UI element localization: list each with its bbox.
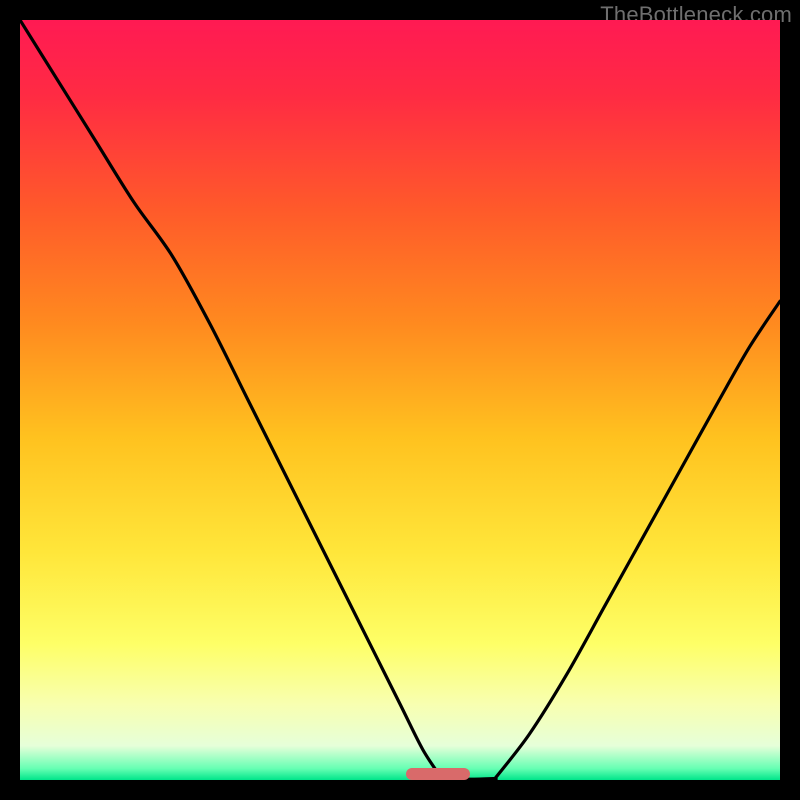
bottleneck-curve <box>20 20 780 780</box>
plot-area <box>20 20 780 780</box>
chart-frame: TheBottleneck.com <box>0 0 800 800</box>
optimal-range-marker <box>406 768 471 780</box>
